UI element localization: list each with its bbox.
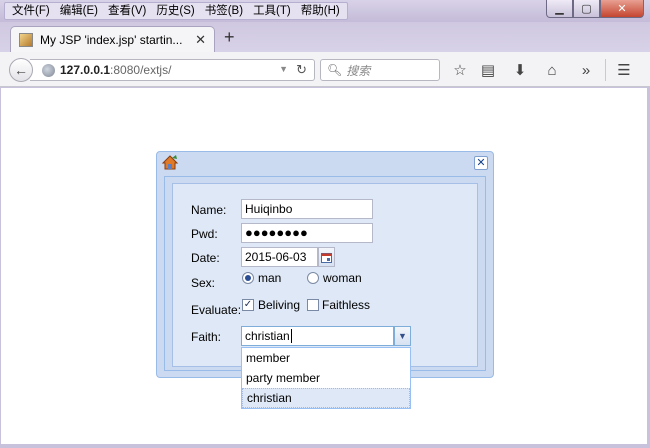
- browser-tab[interactable]: My JSP 'index.jsp' startin... ✕: [10, 26, 215, 53]
- date-picker-trigger[interactable]: [318, 247, 335, 267]
- sex-label: Sex:: [191, 276, 216, 290]
- text-caret: [290, 329, 292, 343]
- favicon-icon: [19, 33, 33, 47]
- download-icon[interactable]: ⬇: [510, 60, 530, 80]
- faith-combobox-input[interactable]: christian: [241, 326, 394, 346]
- faith-value: christian: [245, 329, 290, 343]
- sex-radio-woman[interactable]: [307, 272, 319, 284]
- calendar-icon: [321, 252, 332, 263]
- menu-bar: 文件(F) 编辑(E) 查看(V) 历史(S) 书签(B) 工具(T) 帮助(H…: [4, 2, 348, 20]
- pwd-label: Pwd:: [191, 227, 218, 241]
- search-icon: 🔍︎: [327, 63, 343, 77]
- app-icon: [161, 155, 179, 170]
- close-window-button[interactable]: ✕: [600, 0, 644, 18]
- evaluate-checkbox-beliving[interactable]: ✓: [242, 299, 254, 311]
- faith-dropdown-list: member party member christian: [241, 347, 411, 409]
- minimize-button[interactable]: ▁: [546, 0, 573, 18]
- menu-view[interactable]: 查看(V): [103, 3, 151, 19]
- faith-dropdown-trigger[interactable]: ▼: [394, 326, 411, 346]
- password-field[interactable]: ●●●●●●●●: [241, 223, 373, 243]
- search-placeholder: 搜索: [346, 63, 371, 78]
- navigation-bar: 127.0.0.1 :8080/extjs/ ▼ ↻ ← 🔍︎ 搜索 ☆ ▤ ⬇…: [0, 52, 650, 87]
- bookmark-star-icon[interactable]: ☆: [450, 60, 470, 80]
- tab-strip: My JSP 'index.jsp' startin... ✕ +: [0, 22, 650, 53]
- sex-radio-man[interactable]: [242, 272, 254, 284]
- ext-window-close-button[interactable]: ✕: [474, 156, 488, 170]
- name-label: Name:: [191, 203, 227, 217]
- evaluate-checkbox-faithless[interactable]: [307, 299, 319, 311]
- new-tab-icon[interactable]: +: [224, 28, 235, 46]
- window-controls: ▁ ▢ ✕: [546, 0, 644, 18]
- overflow-chevron-icon[interactable]: »: [576, 60, 596, 80]
- date-label: Date:: [191, 251, 220, 265]
- date-field[interactable]: 2015-06-03: [241, 247, 318, 267]
- home-icon[interactable]: ⌂: [542, 60, 562, 80]
- menu-history[interactable]: 历史(S): [151, 3, 199, 19]
- history-dropdown-icon[interactable]: ▼: [279, 64, 288, 74]
- back-arrow-icon: ←: [14, 62, 28, 78]
- chevron-down-icon: ▼: [398, 331, 407, 341]
- close-icon: ✕: [617, 3, 627, 15]
- search-input[interactable]: 🔍︎ 搜索: [320, 59, 440, 81]
- dropdown-option[interactable]: party member: [242, 368, 410, 388]
- globe-icon: [42, 63, 55, 77]
- evaluate-option-beliving: Beliving: [258, 298, 301, 312]
- name-field[interactable]: Huiqinbo: [241, 199, 373, 219]
- menu-hamburger-icon[interactable]: ☰: [614, 60, 634, 80]
- menu-edit[interactable]: 编辑(E): [55, 3, 103, 19]
- tab-close-icon[interactable]: ✕: [195, 32, 206, 48]
- menu-help[interactable]: 帮助(H): [296, 3, 345, 19]
- dropdown-option[interactable]: member: [242, 348, 410, 368]
- menu-file[interactable]: 文件(F): [7, 3, 55, 19]
- address-bar[interactable]: 127.0.0.1 :8080/extjs/ ▼ ↻: [30, 59, 315, 81]
- maximize-button[interactable]: ▢: [573, 0, 600, 18]
- reload-icon[interactable]: ↻: [296, 62, 307, 78]
- faith-label: Faith:: [191, 330, 222, 344]
- reading-list-icon[interactable]: ▤: [478, 60, 498, 80]
- back-button[interactable]: ←: [9, 58, 33, 82]
- window-header: ✕: [157, 152, 493, 174]
- dropdown-option-selected[interactable]: christian: [242, 388, 410, 408]
- sex-option-woman: woman: [323, 271, 362, 285]
- close-x-icon: ✕: [476, 156, 486, 169]
- menu-tools[interactable]: 工具(T): [248, 3, 296, 19]
- toolbar-divider: [605, 59, 606, 81]
- url-host: 127.0.0.1: [60, 63, 111, 77]
- sex-option-man: man: [258, 271, 282, 285]
- maximize-icon: ▢: [581, 3, 592, 15]
- evaluate-label: Evaluate:: [191, 303, 242, 317]
- menu-bookmarks[interactable]: 书签(B): [200, 3, 248, 19]
- url-path: :8080/extjs/: [110, 63, 172, 77]
- window-titlebar: 文件(F) 编辑(E) 查看(V) 历史(S) 书签(B) 工具(T) 帮助(H…: [0, 0, 650, 22]
- tab-title: My JSP 'index.jsp' startin...: [40, 33, 183, 47]
- evaluate-option-faithless: Faithless: [322, 298, 371, 312]
- minimize-icon: ▁: [555, 3, 564, 15]
